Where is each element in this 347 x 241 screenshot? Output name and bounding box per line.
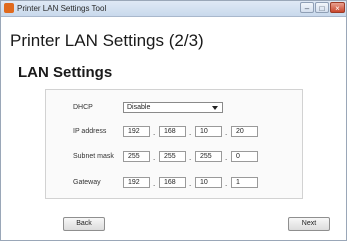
minimize-button[interactable]: –	[300, 2, 314, 13]
ip-octet-3[interactable]: 10	[195, 126, 222, 137]
gateway-dot-3: .	[225, 179, 228, 188]
subnet-mask-label: Subnet mask	[73, 153, 114, 160]
subnet-octet-4[interactable]: 0	[231, 151, 258, 162]
ip-octet-4[interactable]: 20	[231, 126, 258, 137]
gateway-label: Gateway	[73, 179, 101, 186]
back-button[interactable]: Back	[63, 217, 105, 231]
ip-octet-1[interactable]: 192	[123, 126, 150, 137]
window-title: Printer LAN Settings Tool	[17, 4, 107, 13]
settings-window: Printer LAN Settings Tool – □ × Printer …	[0, 0, 347, 241]
gateway-octet-2[interactable]: 168	[159, 177, 186, 188]
gateway-dot-2: .	[189, 179, 192, 188]
subnet-octet-3[interactable]: 255	[195, 151, 222, 162]
subnet-octet-2[interactable]: 255	[159, 151, 186, 162]
gateway-octet-1[interactable]: 192	[123, 177, 150, 188]
subnet-dot-3: .	[225, 153, 228, 162]
gateway-octet-4[interactable]: 1	[231, 177, 258, 188]
chevron-down-icon	[212, 106, 218, 110]
dhcp-selected-value: Disable	[127, 104, 151, 111]
ip-dot-1: .	[153, 128, 156, 137]
subnet-octet-1[interactable]: 255	[123, 151, 150, 162]
close-button[interactable]: ×	[330, 2, 345, 13]
ip-dot-3: .	[225, 128, 228, 137]
dhcp-label: DHCP	[73, 104, 93, 111]
maximize-button[interactable]: □	[315, 2, 329, 13]
dhcp-select[interactable]: Disable	[123, 102, 223, 113]
subnet-dot-2: .	[189, 153, 192, 162]
ip-octet-2[interactable]: 168	[159, 126, 186, 137]
ip-address-label: IP address	[73, 128, 107, 135]
subnet-dot-1: .	[153, 153, 156, 162]
printer-app-icon	[4, 3, 14, 13]
gateway-dot-1: .	[153, 179, 156, 188]
section-title: LAN Settings	[18, 64, 113, 81]
gateway-octet-3[interactable]: 10	[195, 177, 222, 188]
title-bar[interactable]: Printer LAN Settings Tool – □ ×	[1, 1, 346, 17]
next-button[interactable]: Next	[288, 217, 330, 231]
ip-dot-2: .	[189, 128, 192, 137]
page-title: Printer LAN Settings (2/3)	[10, 31, 204, 50]
